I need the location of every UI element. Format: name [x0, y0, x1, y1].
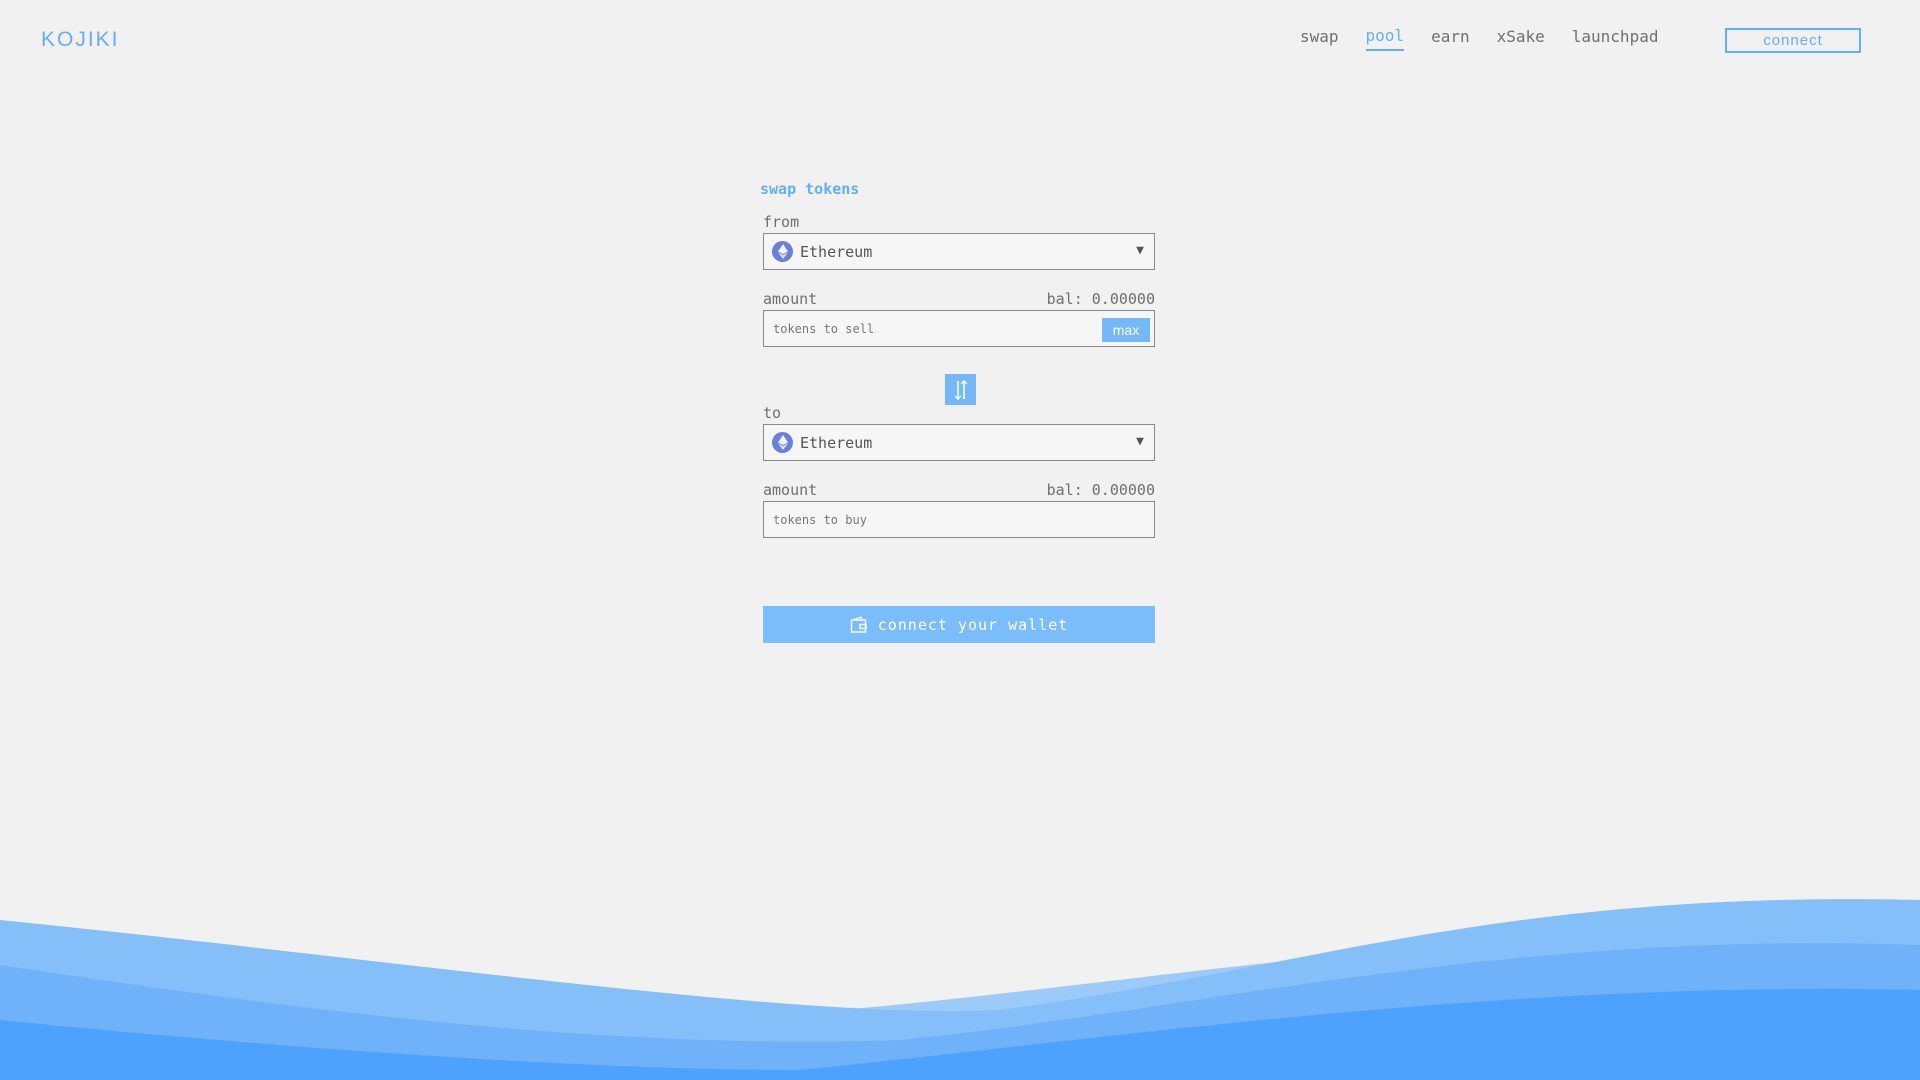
to-amount-row: amount bal: 0.00000	[763, 481, 1155, 499]
to-token-name: Ethereum	[800, 433, 873, 452]
ethereum-icon	[772, 241, 793, 262]
connect-wallet-button[interactable]: connect your wallet	[763, 606, 1155, 643]
sell-amount-field: max	[763, 310, 1155, 347]
app-page: KOJIKI swap pool earn xSake launchpad co…	[0, 0, 1920, 1080]
from-label: from	[763, 213, 800, 231]
buy-amount-field	[763, 501, 1155, 538]
wallet-icon	[850, 615, 868, 634]
connect-button[interactable]: connect	[1725, 28, 1861, 53]
nav-swap[interactable]: swap	[1300, 27, 1339, 50]
swap-direction-button[interactable]	[945, 374, 976, 405]
max-button[interactable]: max	[1102, 318, 1150, 342]
nav-pool[interactable]: pool	[1365, 26, 1405, 51]
panel-title: swap tokens	[760, 180, 860, 198]
nav-xsake[interactable]: xSake	[1497, 27, 1545, 50]
to-token-select[interactable]: Ethereum ▼	[763, 424, 1155, 461]
chevron-down-icon: ▼	[1136, 434, 1144, 449]
from-amount-row: amount bal: 0.00000	[763, 290, 1155, 308]
wave-decoration	[0, 899, 1920, 1080]
main-nav: swap pool earn xSake launchpad	[1300, 26, 1685, 51]
from-token-name: Ethereum	[800, 242, 873, 261]
sell-amount-input[interactable]	[773, 321, 1073, 336]
nav-launchpad[interactable]: launchpad	[1572, 27, 1659, 50]
connect-wallet-label: connect your wallet	[877, 615, 1069, 634]
to-label: to	[763, 404, 782, 422]
swap-panel-to: to Ethereum ▼ amount bal: 0.00000	[760, 404, 1155, 538]
to-amount-label: amount	[763, 481, 818, 499]
chevron-down-icon: ▼	[1136, 243, 1144, 258]
logo[interactable]: KOJIKI	[41, 28, 120, 52]
ethereum-icon	[772, 432, 793, 453]
swap-panel: swap tokens from Ethereum ▼ amount bal: …	[760, 180, 1155, 347]
from-token-select[interactable]: Ethereum ▼	[763, 233, 1155, 270]
swap-arrows-icon	[953, 379, 968, 400]
buy-amount-input[interactable]	[773, 512, 1073, 527]
to-balance: bal: 0.00000	[1046, 481, 1155, 499]
from-balance: bal: 0.00000	[1046, 290, 1155, 308]
nav-earn[interactable]: earn	[1431, 27, 1470, 50]
from-amount-label: amount	[763, 290, 818, 308]
